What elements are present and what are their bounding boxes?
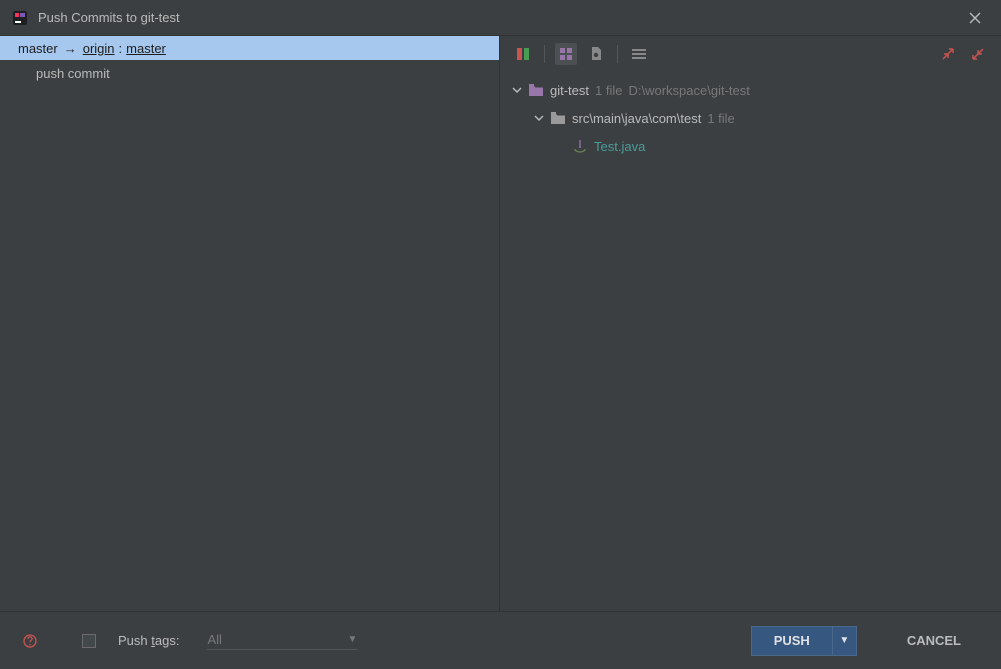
tree-root-name: git-test (550, 83, 589, 98)
folder-icon (550, 110, 566, 126)
tree-folder-row[interactable]: src\main\java\com\test 1 file (510, 104, 991, 132)
window-title: Push Commits to git-test (38, 10, 961, 25)
tree-root-row[interactable]: git-test 1 file D:\workspace\git-test (510, 76, 991, 104)
titlebar: Push Commits to git-test (0, 0, 1001, 36)
cancel-button[interactable]: CANCEL (889, 626, 979, 656)
push-tags-dropdown[interactable]: All ▼ (207, 632, 357, 650)
tree-file-row[interactable]: Test.java (510, 132, 991, 160)
help-icon[interactable] (22, 633, 38, 649)
diff-icon[interactable] (512, 43, 534, 65)
toolbar-separator (617, 45, 618, 63)
commit-item[interactable]: push commit (0, 60, 499, 87)
arrow-icon: → (64, 41, 77, 56)
push-button[interactable]: PUSH ▼ (751, 626, 857, 656)
footer: Push tags: All ▼ PUSH ▼ CANCEL (0, 611, 1001, 669)
tree-folder-name: src\main\java\com\test (572, 111, 701, 126)
chevron-down-icon[interactable] (510, 83, 524, 97)
branch-colon: : (119, 41, 123, 56)
tree-root-path: D:\workspace\git-test (628, 83, 749, 98)
group-by-module-icon[interactable] (585, 43, 607, 65)
push-button-dropdown[interactable]: ▼ (832, 627, 856, 655)
group-by-directory-icon[interactable] (555, 43, 577, 65)
push-tags-checkbox[interactable] (82, 634, 96, 648)
chevron-down-icon[interactable] (532, 111, 546, 125)
push-button-label: PUSH (752, 627, 832, 655)
spacer (554, 139, 568, 153)
remote-name[interactable]: origin (83, 41, 115, 56)
tree-folder-count: 1 file (707, 111, 734, 126)
main-area: master → origin : master push commit (0, 36, 1001, 611)
app-icon (12, 10, 28, 26)
file-tree: git-test 1 file D:\workspace\git-test sr… (500, 72, 1001, 164)
tree-root-count: 1 file (595, 83, 622, 98)
module-icon (528, 82, 544, 98)
close-icon[interactable] (961, 4, 989, 32)
java-file-icon (572, 138, 588, 154)
tree-file-name: Test.java (594, 139, 645, 154)
push-tags-value: All (207, 632, 221, 647)
local-branch: master (18, 41, 58, 56)
toolbar-separator (544, 45, 545, 63)
changes-panel: git-test 1 file D:\workspace\git-test sr… (500, 36, 1001, 611)
list-view-icon[interactable] (628, 43, 650, 65)
remote-branch[interactable]: master (126, 41, 166, 56)
expand-all-icon[interactable] (937, 43, 959, 65)
toolbar (500, 36, 1001, 72)
commits-panel: master → origin : master push commit (0, 36, 500, 611)
collapse-all-icon[interactable] (967, 43, 989, 65)
branch-row[interactable]: master → origin : master (0, 36, 499, 60)
push-tags-label[interactable]: Push tags: (118, 633, 179, 648)
chevron-down-icon: ▼ (348, 634, 358, 645)
